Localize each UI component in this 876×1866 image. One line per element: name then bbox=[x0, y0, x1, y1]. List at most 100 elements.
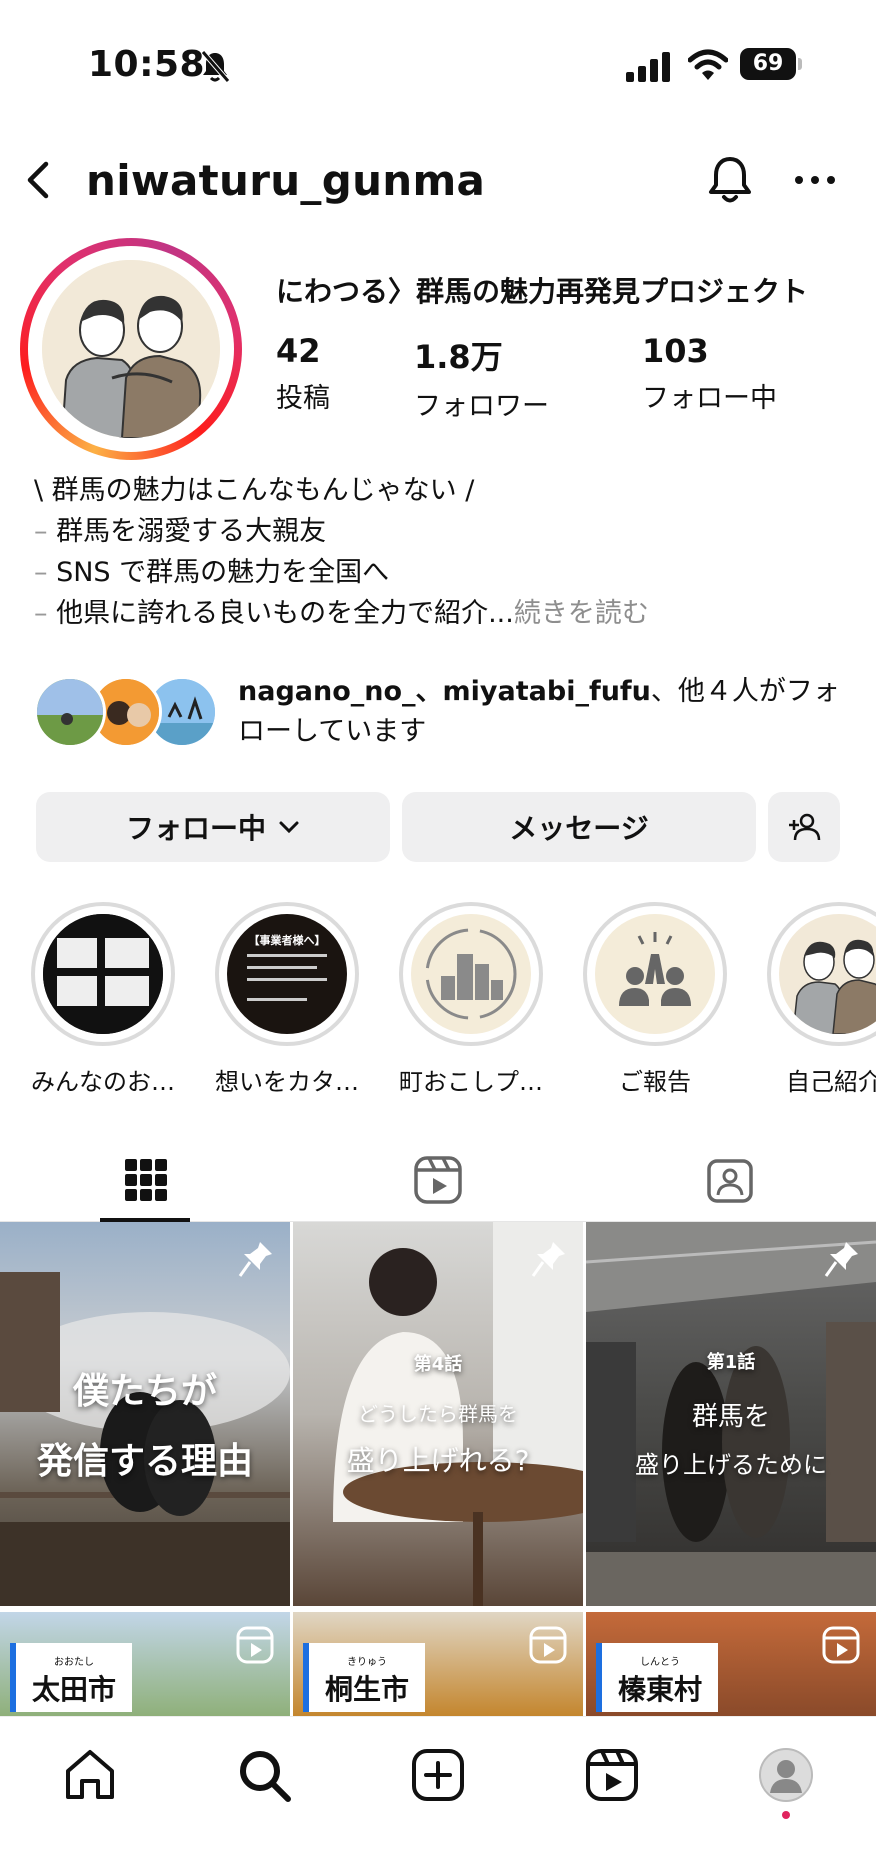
status-bar: 10:58 69 bbox=[0, 0, 876, 130]
reel-tile[interactable]: おおたし 太田市 bbox=[0, 1612, 290, 1716]
stat-value: 103 bbox=[642, 332, 709, 370]
bell-icon[interactable] bbox=[706, 154, 754, 206]
highlight-ring: 【事業者様へ】 bbox=[215, 902, 359, 1046]
post-caption-overlay: 第4話 どうしたら群馬を 盛り上げれる? bbox=[293, 1222, 583, 1606]
city-reading: おおたし bbox=[54, 1657, 94, 1668]
post-episode: 第4話 bbox=[413, 1353, 463, 1375]
high-five-icon bbox=[619, 932, 691, 1006]
highlight-ring bbox=[399, 902, 543, 1046]
post-title-line1: 群馬を bbox=[691, 1402, 770, 1432]
home-icon[interactable] bbox=[62, 1747, 118, 1803]
bell-off-icon bbox=[201, 50, 230, 83]
bottom-navigation bbox=[0, 1716, 876, 1866]
following-count[interactable]: 103 フォロー中 bbox=[642, 332, 777, 415]
mutual-follower-avatar bbox=[34, 676, 106, 748]
reel-city-label: きりゅう 桐生市 bbox=[303, 1643, 426, 1712]
story-highlight[interactable]: みんなのお… bbox=[28, 902, 178, 1097]
two-friends-illustration-icon bbox=[792, 939, 876, 1034]
highlight-label: 自己紹介 bbox=[786, 1068, 876, 1096]
message-button-label: メッセージ bbox=[509, 812, 649, 845]
post-tile[interactable]: 僕たちが 発信する理由 bbox=[0, 1222, 290, 1606]
highlight-cover: 【事業者様へ】 bbox=[227, 914, 347, 1034]
reels-icon bbox=[236, 1626, 274, 1664]
profile-header: niwaturu_gunma bbox=[0, 140, 876, 220]
stat-value: 42 bbox=[276, 332, 321, 370]
post-caption-overlay: 第1話 群馬を 盛り上げるために bbox=[586, 1222, 876, 1606]
profile-tabs bbox=[0, 1138, 876, 1222]
city-reading: しんとう bbox=[640, 1657, 680, 1668]
reels-icon bbox=[414, 1156, 462, 1204]
followed-by-row[interactable]: nagano_no_、miyatabi_fufu、他４人がフォローしています bbox=[34, 672, 854, 752]
followed-by-text: nagano_no_、miyatabi_fufu、他４人がフォローしています bbox=[238, 676, 840, 747]
back-chevron-icon[interactable] bbox=[18, 158, 58, 202]
highlight-ring bbox=[31, 902, 175, 1046]
following-button-label: フォロー中 bbox=[125, 812, 266, 845]
posts-count[interactable]: 42 投稿 bbox=[276, 332, 330, 415]
bio-line: – SNS で群馬の魅力を全国へ bbox=[34, 557, 390, 588]
stat-label: フォロー中 bbox=[642, 383, 777, 414]
reels-icon[interactable] bbox=[584, 1747, 640, 1803]
tagged-person-icon bbox=[707, 1159, 753, 1203]
more-options-icon[interactable] bbox=[790, 162, 840, 198]
story-highlight[interactable]: ご報告 bbox=[580, 902, 730, 1097]
post-title-line2: 発信する理由 bbox=[36, 1441, 253, 1482]
create-post-icon[interactable] bbox=[410, 1747, 466, 1803]
reel-city-label: しんとう 榛東村 bbox=[596, 1643, 719, 1712]
two-friends-illustration-icon bbox=[42, 260, 220, 438]
city-name: 太田市 bbox=[32, 1673, 117, 1706]
highlight-label: ご報告 bbox=[619, 1068, 691, 1096]
post-title-line2: 盛り上げれる? bbox=[346, 1443, 530, 1477]
following-button[interactable]: フォロー中 bbox=[36, 792, 390, 862]
post-tile[interactable]: 第4話 どうしたら群馬を 盛り上げれる? bbox=[293, 1222, 583, 1606]
story-highlight[interactable]: 自己紹介 bbox=[764, 902, 876, 1097]
reels-icon bbox=[822, 1626, 860, 1664]
highlight-ring bbox=[767, 902, 876, 1046]
reels-icon bbox=[529, 1626, 567, 1664]
battery-tip bbox=[798, 58, 802, 70]
post-title-line1: どうしたら群馬を bbox=[358, 1401, 518, 1426]
suggested-users-button[interactable] bbox=[768, 792, 840, 862]
story-highlight[interactable]: 町おこしプ… bbox=[396, 902, 546, 1097]
highlight-cover bbox=[779, 914, 876, 1034]
tab-tagged[interactable] bbox=[584, 1138, 876, 1222]
battery-indicator: 69 bbox=[740, 48, 802, 80]
profile-avatar-story-ring[interactable] bbox=[20, 238, 242, 460]
city-reading: きりゅう bbox=[347, 1657, 387, 1668]
tab-posts-grid[interactable] bbox=[0, 1138, 292, 1222]
post-title-line1: 僕たちが bbox=[72, 1371, 217, 1412]
post-tile[interactable]: 第1話 群馬を 盛り上げるために bbox=[586, 1222, 876, 1606]
highlight-cover bbox=[43, 914, 163, 1034]
stat-value: 1.8万 bbox=[414, 338, 503, 376]
status-time: 10:58 bbox=[88, 44, 206, 85]
story-highlight[interactable]: 【事業者様へ】 想いをカタ… bbox=[212, 902, 362, 1097]
highlight-label: みんなのお… bbox=[31, 1068, 175, 1096]
avatar bbox=[42, 260, 220, 438]
message-button[interactable]: メッセージ bbox=[402, 792, 756, 862]
posts-grid: 僕たちが 発信する理由 第4話 どうしたら群馬を 盛り上げれる? 第1話 群馬を… bbox=[0, 1222, 876, 1716]
grid-icon bbox=[125, 1159, 167, 1201]
post-caption-overlay: 僕たちが 発信する理由 bbox=[0, 1222, 290, 1606]
reel-city-label: おおたし 太田市 bbox=[10, 1643, 133, 1712]
avatar-inner bbox=[28, 246, 234, 452]
highlight-cover bbox=[411, 914, 531, 1034]
add-person-icon bbox=[789, 813, 821, 841]
search-icon[interactable] bbox=[236, 1747, 292, 1803]
stat-label: 投稿 bbox=[276, 383, 330, 414]
tab-reels[interactable] bbox=[292, 1138, 584, 1222]
highlight-label: 想いをカタ… bbox=[215, 1068, 359, 1096]
reel-tile[interactable]: きりゅう 桐生市 bbox=[293, 1612, 583, 1716]
profile-username: niwaturu_gunma bbox=[86, 156, 486, 205]
stat-label: フォロワー bbox=[414, 391, 549, 422]
chevron-down-icon bbox=[279, 821, 299, 834]
profile-bio: \ 群馬の魅力はこんなもんじゃない / – 群馬を溺愛する大親友 – SNS で… bbox=[34, 470, 854, 634]
highlight-label: 町おこしプ… bbox=[399, 1068, 543, 1096]
profile-avatar-icon[interactable] bbox=[758, 1747, 814, 1803]
city-name: 桐生市 bbox=[325, 1673, 410, 1706]
reel-tile[interactable]: しんとう 榛東村 bbox=[586, 1612, 876, 1716]
followers-count[interactable]: 1.8万 フォロワー bbox=[414, 332, 549, 423]
read-more-link[interactable]: 続きを読む bbox=[514, 598, 649, 629]
wifi-icon bbox=[688, 49, 728, 80]
notification-dot bbox=[782, 1811, 790, 1819]
bio-line: – 他県に誇れる良いものを全力で紹介...続きを読む bbox=[34, 598, 649, 629]
post-title-line2: 盛り上げるために bbox=[635, 1451, 827, 1479]
